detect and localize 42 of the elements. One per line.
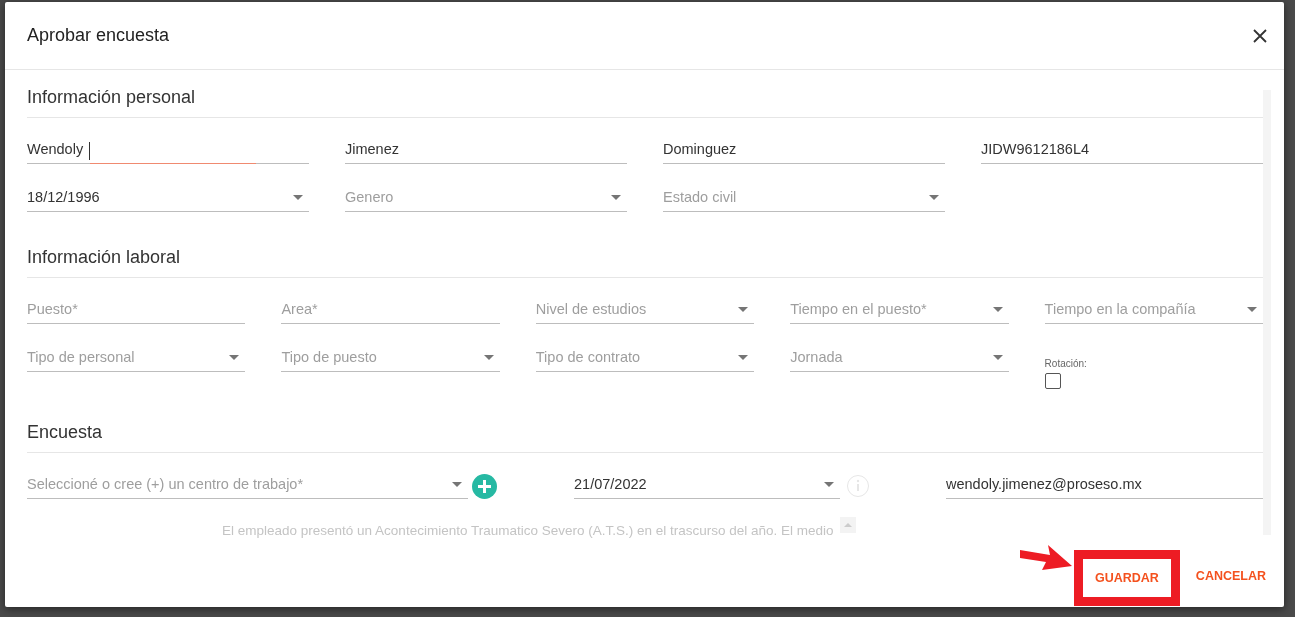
dropdown-caret-icon[interactable] — [992, 307, 1003, 312]
dropdown-caret-icon[interactable] — [229, 355, 240, 360]
dropdown-caret-icon[interactable] — [452, 482, 462, 487]
dropdown-caret-icon[interactable] — [824, 482, 834, 487]
dropdown-caret-icon[interactable] — [992, 355, 1003, 360]
dropdown-caret-icon[interactable] — [738, 355, 749, 360]
section-title: Información personal — [27, 87, 1263, 118]
dropdown-field[interactable]: Nivel de estudios — [535, 288, 755, 324]
dialog-title: Aprobar encuesta — [27, 25, 170, 46]
add-button[interactable] — [472, 473, 497, 499]
dropdown-field[interactable]: Tipo de puesto — [281, 336, 500, 372]
save-button[interactable]: GUARDAR — [1088, 561, 1165, 595]
dropdown-field[interactable]: Jornada — [790, 336, 1009, 372]
dropdown-field[interactable]: 21/07/2022 — [574, 463, 840, 499]
note-text: El empleado presentó un Acontecimiento Traumatico Severo (A.T.S.) en el trascurso del año. El medio — [222, 522, 834, 538]
dropdown-caret-icon[interactable] — [929, 195, 939, 200]
text-cursor — [89, 142, 90, 160]
checkbox[interactable] — [1044, 373, 1061, 389]
dropdown-field[interactable]: Tipo de personal — [27, 336, 246, 372]
dropdown-field[interactable]: Tiempo en el puesto* — [790, 288, 1009, 324]
checkbox-label: Rotación: — [1044, 358, 1087, 369]
cancel-button[interactable]: CANCELAR — [1189, 559, 1272, 593]
section-title: Información laboral — [27, 247, 1263, 278]
dropdown-field[interactable]: Genero — [345, 176, 627, 212]
dropdown-field[interactable]: Seleccioné o cree (+) un centro de trabajo* — [27, 463, 468, 499]
dropdown-caret-icon[interactable] — [1247, 307, 1257, 312]
dropdown-field[interactable]: Tiempo en la compañía — [1044, 288, 1263, 324]
dropdown-field[interactable]: Estado civil — [663, 176, 945, 212]
dropdown-field[interactable]: Tipo de contrato — [535, 336, 755, 372]
input-field[interactable]: Area* — [281, 288, 500, 324]
dropdown-caret-icon[interactable] — [611, 195, 621, 200]
section-title: Encuesta — [27, 422, 1263, 453]
dropdown-caret-icon[interactable] — [293, 195, 303, 200]
input-field[interactable]: Jimenez — [345, 128, 627, 164]
dropdown-field[interactable]: 18/12/1996 — [27, 176, 309, 212]
input-field[interactable]: Wendoly — [27, 128, 309, 164]
close-icon[interactable] — [1253, 28, 1267, 43]
input-field[interactable]: Puesto* — [27, 288, 246, 324]
dropdown-caret-icon[interactable] — [738, 307, 749, 312]
scrollbar[interactable] — [1263, 90, 1271, 535]
input-field[interactable]: Dominguez — [663, 128, 945, 164]
dropdown-caret-icon[interactable] — [483, 355, 494, 360]
